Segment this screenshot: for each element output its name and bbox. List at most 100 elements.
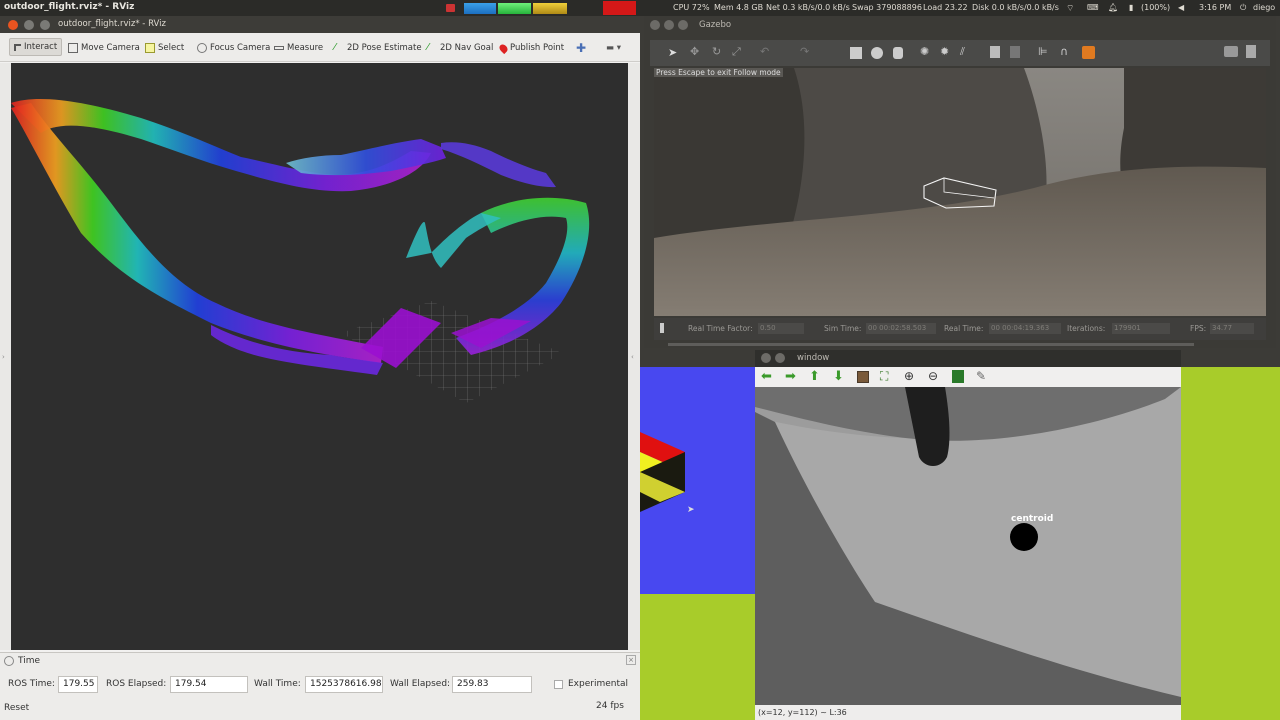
tool-publish-point[interactable]: Publish Point: [497, 41, 565, 55]
wall-time-field[interactable]: 1525378616.98: [305, 676, 383, 693]
right-dock-handle[interactable]: ‹: [628, 63, 640, 650]
maximize-icon[interactable]: [678, 20, 688, 30]
rviz-3d-viewport[interactable]: [11, 63, 628, 650]
record-indicator-icon[interactable]: [446, 4, 455, 12]
mem-graph-icon: [498, 3, 531, 14]
cv-image-view[interactable]: centroid: [755, 387, 1181, 705]
redo-icon[interactable]: ↷: [800, 45, 809, 58]
rviz-toolbar: Interact Move Camera Select Focus Camera…: [0, 33, 640, 62]
tool-label: 2D Pose Estimate: [347, 43, 422, 53]
wall-time-label: Wall Time:: [254, 679, 301, 689]
paste-icon[interactable]: [1010, 46, 1020, 58]
point-light-icon[interactable]: ✺: [920, 45, 929, 58]
close-icon[interactable]: [650, 20, 660, 30]
tool-focus-camera[interactable]: Focus Camera: [197, 41, 270, 55]
power-icon[interactable]: ⏻: [1240, 3, 1246, 13]
close-icon[interactable]: [761, 353, 771, 363]
pause-icon[interactable]: [660, 323, 664, 333]
properties-icon[interactable]: ✎: [976, 369, 986, 383]
tool-move-camera[interactable]: Move Camera: [68, 41, 140, 55]
tool-interact[interactable]: Interact: [9, 38, 63, 56]
screenshot-icon[interactable]: [1224, 46, 1238, 57]
pan-left-icon[interactable]: ⬅: [761, 369, 772, 384]
copy-icon[interactable]: [990, 46, 1000, 58]
pan-down-icon[interactable]: ⬇: [833, 369, 844, 384]
net-indicator: Net 0.3 kB/s/0.0 kB/s: [766, 3, 850, 12]
rviz-title-bar: outdoor_flight.rviz* - RViz: [0, 16, 640, 33]
tool-2d-nav-goal[interactable]: ⁄ 2D Nav Goal: [427, 41, 493, 55]
scale-icon[interactable]: ⤢: [732, 45, 741, 59]
reset-button[interactable]: Reset: [4, 703, 29, 713]
translate-icon[interactable]: ✥: [690, 45, 699, 58]
tool-select[interactable]: Select: [145, 41, 184, 55]
rotate-icon[interactable]: ↻: [712, 45, 721, 58]
iterations-value: 179901: [1112, 323, 1170, 334]
swap-graph-icon: [603, 1, 636, 15]
tool-label: 2D Nav Goal: [440, 43, 494, 53]
log-icon[interactable]: [1246, 45, 1256, 58]
sphere-shape-icon[interactable]: [871, 47, 883, 59]
camera-frame: [755, 387, 1181, 705]
zoom-fit-icon[interactable]: ⛶: [880, 369, 888, 384]
pan-up-icon[interactable]: ⬆: [809, 369, 820, 384]
mouse-cursor-icon: ➤: [687, 505, 695, 515]
close-icon[interactable]: [8, 20, 18, 30]
align-icon[interactable]: ⊫: [1038, 45, 1048, 58]
volume-icon[interactable]: ◀︎: [1178, 3, 1184, 12]
box-shape-icon[interactable]: [850, 47, 862, 59]
load-indicator: Load 23.22: [923, 3, 968, 12]
add-tool-icon[interactable]: ✚: [576, 41, 586, 55]
gazebo-scrollbar[interactable]: [668, 343, 1194, 346]
tool-label: Publish Point: [510, 43, 565, 53]
experimental-checkbox[interactable]: [554, 680, 563, 689]
tool-label: Interact: [24, 42, 58, 52]
minimize-icon[interactable]: [24, 20, 34, 30]
desktop-background: ➤: [640, 367, 755, 594]
save-icon[interactable]: [952, 370, 964, 383]
real-time-factor-label: Real Time Factor:: [688, 324, 753, 333]
ros-elapsed-label: ROS Elapsed:: [106, 679, 167, 689]
bell-icon[interactable]: 🔔︎: [1108, 3, 1118, 12]
select-icon: [145, 43, 155, 53]
directional-light-icon[interactable]: ⫽: [960, 45, 965, 59]
zoom-out-icon[interactable]: ⊖: [928, 369, 938, 383]
toolbar-menu-icon[interactable]: ▬ ▾: [606, 41, 621, 55]
zoom-in-icon[interactable]: ⊕: [904, 369, 914, 383]
cylinder-shape-icon[interactable]: [893, 47, 903, 59]
keyboard-icon[interactable]: ⌨: [1087, 3, 1099, 12]
clock[interactable]: 3:16 PM: [1199, 3, 1231, 12]
undo-icon[interactable]: ↶: [760, 45, 769, 58]
tool-measure[interactable]: Measure: [274, 41, 323, 55]
gazebo-3d-scene[interactable]: Press Escape to exit Follow mode: [654, 68, 1266, 316]
real-time-label: Real Time:: [944, 324, 984, 333]
ros-elapsed-field[interactable]: 179.54: [170, 676, 248, 693]
image-icon[interactable]: [857, 371, 869, 383]
spot-light-icon[interactable]: ✹: [940, 45, 949, 58]
ros-time-field[interactable]: 179.55: [58, 676, 98, 693]
system-top-panel: outdoor_flight.rviz* - RViz CPU 72% Mem …: [0, 0, 1280, 16]
maximize-icon[interactable]: [40, 20, 50, 30]
wifi-icon[interactable]: ⌔: [1066, 3, 1074, 14]
change-view-icon[interactable]: [1082, 46, 1095, 59]
green-arrow-icon: ⁄: [427, 42, 429, 53]
cv-window-title: window: [797, 353, 830, 363]
user-name[interactable]: diego: [1253, 3, 1275, 12]
collapse-right-icon[interactable]: ‹: [631, 353, 634, 361]
experimental-label: Experimental: [568, 679, 629, 689]
minimize-icon[interactable]: [775, 353, 785, 363]
tool-label: Select: [158, 43, 185, 53]
minimize-icon[interactable]: [664, 20, 674, 30]
tool-2d-pose-estimate[interactable]: ⁄ 2D Pose Estimate: [334, 41, 422, 55]
desktop-background: [1181, 367, 1280, 720]
close-panel-icon[interactable]: ×: [626, 655, 636, 665]
pan-right-icon[interactable]: ➡: [785, 369, 796, 384]
snap-icon[interactable]: ∩: [1060, 45, 1068, 58]
wall-elapsed-field[interactable]: 259.83: [452, 676, 532, 693]
cpu-graph-icon: [464, 3, 496, 14]
left-dock-handle[interactable]: ›: [0, 63, 11, 650]
tool-label: Focus Camera: [210, 43, 271, 53]
select-arrow-icon[interactable]: ➤: [668, 46, 677, 59]
collapse-left-icon[interactable]: ›: [2, 353, 5, 361]
cursor-icon: [14, 43, 21, 51]
battery-icon[interactable]: ▮: [1129, 3, 1133, 12]
